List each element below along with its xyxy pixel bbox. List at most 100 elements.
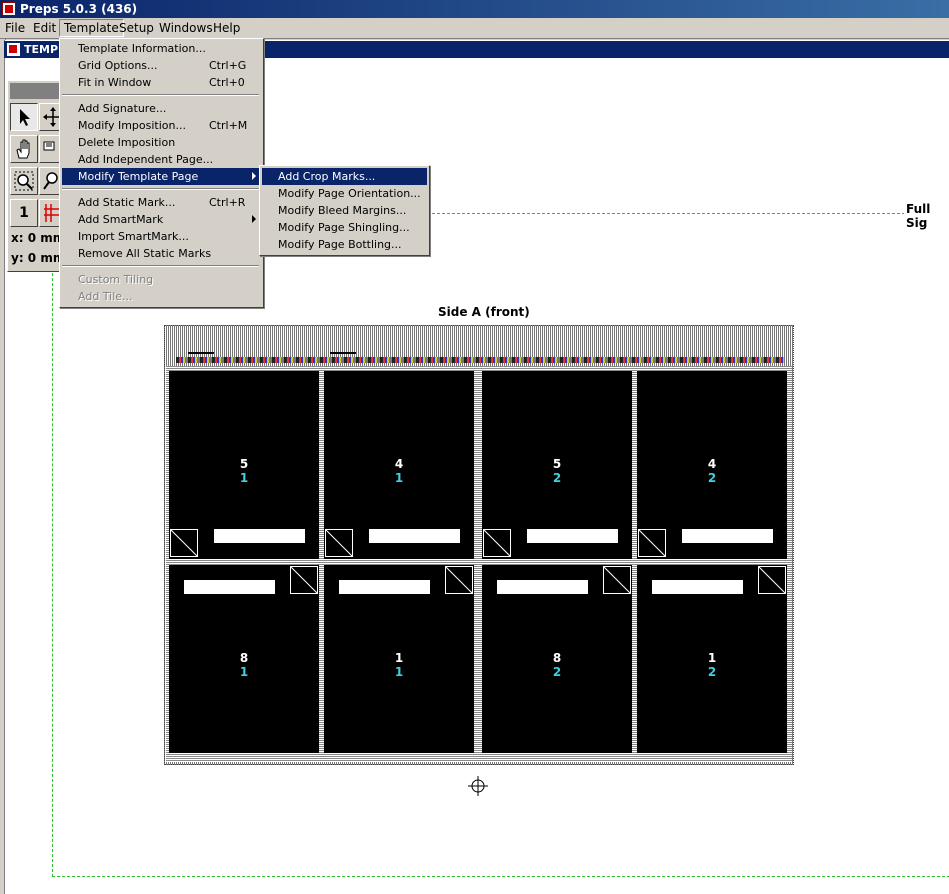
imposed-page[interactable]: 82 (482, 565, 632, 753)
menu-item-label: Modify Page Bottling... (278, 238, 402, 251)
menu-item-import-smartmark[interactable]: Import SmartMark... (62, 228, 261, 245)
menu-item-label: Delete Imposition (78, 136, 176, 149)
menu-item-label: Remove All Static Marks (78, 247, 212, 260)
menu-item-shortcut: Ctrl+0 (209, 76, 245, 89)
menu-setup[interactable]: Setup (115, 20, 158, 36)
menu-item-label: Add Independent Page... (78, 153, 214, 166)
page-folio-number: 8 (552, 651, 562, 665)
signature-label: Full Sig (904, 202, 949, 230)
x-coordinate-readout: x: 0 mm (11, 231, 66, 245)
menu-item-modify-bleed-margins[interactable]: Modify Bleed Margins... (262, 202, 427, 219)
page-corner-icon (445, 566, 473, 594)
page-label-bar (184, 580, 275, 594)
submenu-arrow-icon (252, 215, 256, 223)
submenu-arrow-icon (252, 172, 256, 180)
menu-item-custom-tiling: Custom Tiling (62, 271, 261, 288)
imposed-page[interactable]: 42 (637, 371, 787, 559)
page-label-bar (682, 529, 773, 543)
page-folio-number: 4 (394, 457, 404, 471)
page-label-bar (339, 580, 430, 594)
menu-separator (62, 188, 259, 190)
page-folio-number: 4 (707, 457, 717, 471)
menu-file[interactable]: File (1, 20, 29, 36)
menu-bar: File Edit Template Setup Windows Help (0, 18, 949, 39)
menu-item-label: Modify Imposition... (78, 119, 186, 132)
page-signature-number: 1 (394, 665, 404, 679)
imposed-page[interactable]: 41 (324, 371, 474, 559)
menu-item-add-independent-page[interactable]: Add Independent Page... (62, 151, 261, 168)
menu-item-label: Add Static Mark... (78, 196, 176, 209)
menu-item-modify-page-bottling[interactable]: Modify Page Bottling... (262, 236, 427, 253)
menu-item-label: Modify Bleed Margins... (278, 204, 407, 217)
menu-item-shortcut: Ctrl+G (209, 59, 247, 72)
imposed-page[interactable]: 81 (169, 565, 319, 753)
page-label-bar (527, 529, 618, 543)
menu-item-label: Modify Template Page (78, 170, 199, 183)
page-signature-number: 1 (239, 665, 249, 679)
page-label-bar (369, 529, 460, 543)
page-signature-number: 2 (552, 471, 562, 485)
menu-item-add-signature[interactable]: Add Signature... (62, 100, 261, 117)
page-corner-icon (758, 566, 786, 594)
page-corner-icon (290, 566, 318, 594)
imposed-page[interactable]: 51 (169, 371, 319, 559)
menu-help[interactable]: Help (209, 20, 244, 36)
document-icon[interactable] (7, 43, 20, 56)
menu-item-template-information[interactable]: Template Information... (62, 40, 261, 57)
menu-item-label: Import SmartMark... (78, 230, 189, 243)
menu-item-modify-page-orientation[interactable]: Modify Page Orientation... (262, 185, 427, 202)
app-icon[interactable] (2, 2, 16, 16)
menu-item-add-smartmark[interactable]: Add SmartMark (62, 211, 261, 228)
page-label-bar (497, 580, 588, 594)
menu-item-label: Add Crop Marks... (278, 170, 376, 183)
color-bar[interactable] (176, 357, 784, 363)
menu-item-label: Modify Page Orientation... (278, 187, 421, 200)
menu-item-modify-template-page[interactable]: Modify Template Page (62, 168, 261, 185)
color-bar-tick (188, 352, 214, 354)
imposed-page[interactable]: 11 (324, 565, 474, 753)
app-title: Preps 5.0.3 (436) (20, 2, 138, 16)
page-corner-icon (638, 529, 666, 557)
page-signature-number: 1 (239, 471, 249, 485)
imposed-page[interactable]: 52 (482, 371, 632, 559)
menu-item-shortcut: Ctrl+R (209, 196, 246, 209)
menu-edit[interactable]: Edit (29, 20, 60, 36)
menu-item-fit-in-window[interactable]: Fit in Window Ctrl+0 (62, 74, 261, 91)
registration-mark-icon[interactable] (468, 776, 488, 796)
menu-item-shortcut: Ctrl+M (209, 119, 248, 132)
page-label-bar (214, 529, 305, 543)
page-number-tool[interactable]: 1 (10, 199, 38, 227)
menu-item-modify-imposition[interactable]: Modify Imposition... Ctrl+M (62, 117, 261, 134)
toolbox-title-bar[interactable] (10, 83, 62, 99)
menu-item-label: Add Tile... (78, 290, 133, 303)
menu-separator (62, 94, 259, 96)
menu-item-label: Add SmartMark (78, 213, 164, 226)
arrow-tool-icon[interactable] (10, 103, 38, 131)
imposed-page[interactable]: 12 (637, 565, 787, 753)
page-corner-icon (170, 529, 198, 557)
page-corner-icon (325, 529, 353, 557)
menu-item-add-crop-marks[interactable]: Add Crop Marks... (262, 168, 427, 185)
template-menu: Template Information... Grid Options... C… (59, 38, 264, 308)
menu-windows[interactable]: Windows (155, 20, 217, 36)
hand-tool-icon[interactable] (10, 135, 38, 163)
menu-item-add-static-mark[interactable]: Add Static Mark... Ctrl+R (62, 194, 261, 211)
menu-item-label: Custom Tiling (78, 273, 154, 286)
menu-item-label: Template Information... (78, 42, 206, 55)
menu-item-label: Grid Options... (78, 59, 158, 72)
menu-item-remove-all-static-marks[interactable]: Remove All Static Marks (62, 245, 261, 262)
menu-item-grid-options[interactable]: Grid Options... Ctrl+G (62, 57, 261, 74)
menu-separator (62, 265, 259, 267)
page-folio-number: 5 (552, 457, 562, 471)
page-corner-icon (483, 529, 511, 557)
side-label: Side A (front) (438, 305, 530, 319)
app-title-bar[interactable]: Preps 5.0.3 (436) (0, 0, 949, 18)
page-folio-number: 1 (394, 651, 404, 665)
toolbox-palette[interactable]: 1 x: 0 mm y: 0 mm (7, 80, 67, 272)
menu-item-modify-page-shingling[interactable]: Modify Page Shingling... (262, 219, 427, 236)
menu-item-label: Fit in Window (78, 76, 152, 89)
menu-item-delete-imposition[interactable]: Delete Imposition (62, 134, 261, 151)
menu-item-label: Add Signature... (78, 102, 167, 115)
zoom-tool-icon[interactable] (10, 167, 38, 195)
y-coordinate-readout: y: 0 mm (11, 251, 66, 265)
